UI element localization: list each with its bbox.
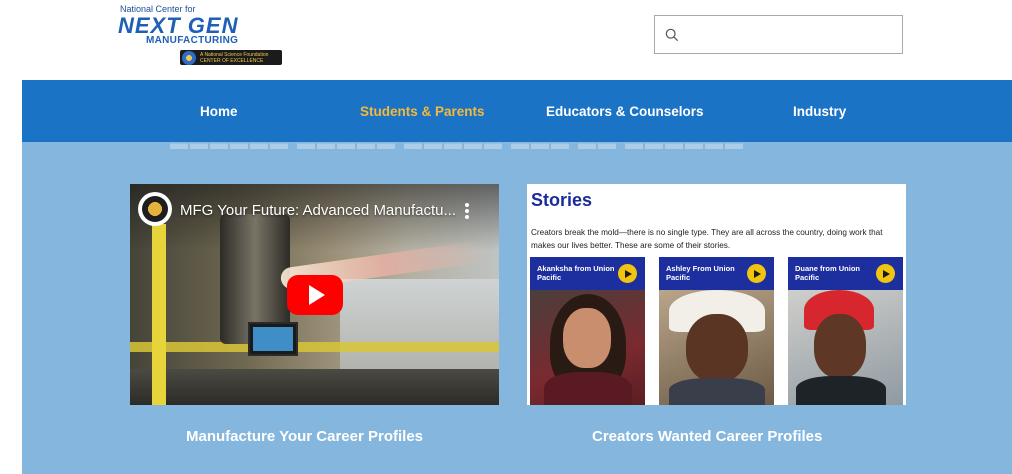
nsf-badge: A National Science Foundation CENTER OF … — [180, 50, 282, 65]
play-icon[interactable] — [618, 264, 637, 283]
nsf-seal-icon — [182, 50, 196, 65]
nav-item-home[interactable]: Home — [200, 104, 238, 119]
story-photo — [530, 290, 645, 405]
ncngm-logo[interactable]: National Center for NEXT GEN MANUFACTURI… — [118, 3, 288, 67]
stories-title: Stories — [531, 190, 593, 210]
play-icon[interactable] — [747, 264, 766, 283]
story-photo — [659, 290, 774, 405]
video-embed[interactable]: MFG Your Future: Advanced Manufactu... — [130, 184, 499, 405]
logo-sub-text: MANUFACTURING — [146, 35, 239, 46]
story-card-akanksha[interactable]: Akanksha from Union Pacific — [530, 257, 645, 405]
monitor-image — [248, 322, 298, 356]
more-options-icon[interactable] — [460, 200, 474, 222]
play-icon[interactable] — [876, 264, 895, 283]
story-photo — [788, 290, 903, 405]
nav-item-educators-counselors[interactable]: Educators & Counselors — [546, 104, 704, 119]
nav-item-students-parents[interactable]: Students & Parents — [360, 104, 485, 119]
site-header: National Center for NEXT GEN MANUFACTURI… — [0, 0, 1012, 80]
badge-line-2: CENTER OF EXCELLENCE — [200, 57, 264, 64]
video-title[interactable]: MFG Your Future: Advanced Manufactu... — [180, 202, 456, 219]
stories-description: Creators break the mold—there is no sing… — [531, 228, 883, 250]
story-name: Akanksha from Union Pacific — [537, 264, 615, 282]
creators-wanted-link[interactable]: Creators Wanted Career Profiles — [592, 428, 822, 445]
nav-item-industry[interactable]: Industry — [793, 104, 846, 119]
story-card-duane[interactable]: Duane from Union Pacific — [788, 257, 903, 405]
youtube-play-button[interactable] — [287, 275, 343, 315]
main-content: ▬▬▬▬▬▬ ▬▬▬▬▬ ▬▬▬▬▬ ▬▬▬ ▬▬ ▬▬▬▬▬▬ MFG You… — [22, 142, 1012, 474]
story-name: Duane from Union Pacific — [795, 264, 860, 282]
main-nav: Home Students & Parents Educators & Coun… — [22, 80, 1012, 142]
story-card-ashley[interactable]: Ashley From Union Pacific — [659, 257, 774, 405]
manufacture-your-career-link[interactable]: Manufacture Your Career Profiles — [186, 428, 423, 445]
story-name: Ashley From Union Pacific — [666, 264, 735, 282]
stories-panel[interactable]: Stories Creators break the mold—there is… — [527, 184, 906, 405]
faded-heading-remnant: ▬▬▬▬▬▬ ▬▬▬▬▬ ▬▬▬▬▬ ▬▬▬ ▬▬ ▬▬▬▬▬▬ — [170, 142, 746, 153]
search-icon — [665, 28, 679, 41]
search-input[interactable] — [687, 27, 897, 42]
channel-avatar[interactable] — [138, 192, 172, 226]
search-box[interactable] — [654, 15, 903, 54]
